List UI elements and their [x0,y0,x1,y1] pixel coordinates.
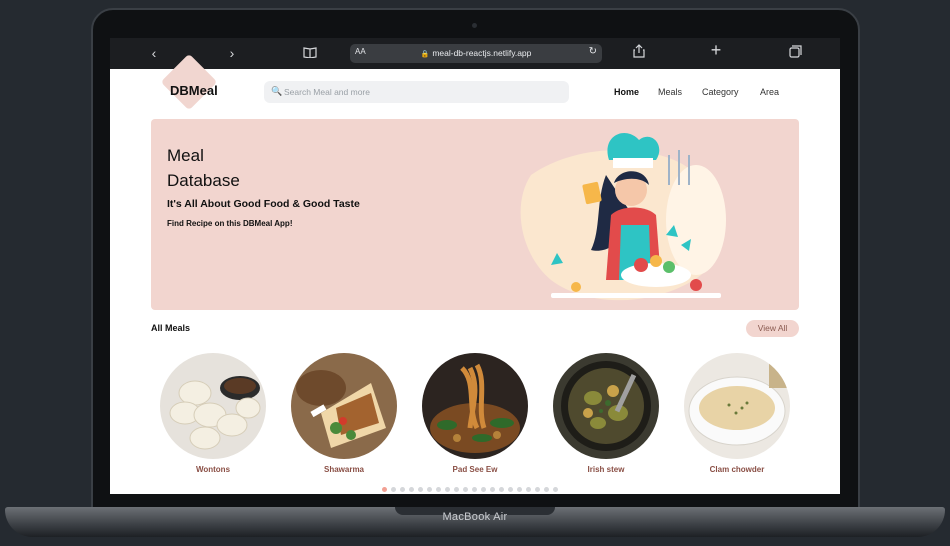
pagination-dot[interactable] [490,487,495,492]
meal-image[interactable] [553,353,659,459]
meal-name: Pad See Ew [452,465,498,474]
browser-toolbar: ‹ › AA 🔒 meal-db-reactjs.netlify.app ↻ + [110,38,840,69]
meal-image[interactable] [422,353,528,459]
hero-title: Meal Database [167,146,240,190]
meal-card-irish-stew[interactable]: Irish stew [551,353,661,474]
share-icon[interactable] [629,44,649,62]
forward-icon[interactable]: › [222,44,242,62]
pagination-dot[interactable] [544,487,549,492]
nav-meals[interactable]: Meals [658,87,682,97]
pagination-dot[interactable] [418,487,423,492]
section-title: All Meals [151,323,191,333]
pagination-dot[interactable] [508,487,513,492]
view-all-button[interactable]: View All [746,320,799,337]
chef-illustration [520,132,726,301]
hero-tagline: Find Recipe on this DBMeal App! [167,219,293,228]
meal-card-clam-chowder[interactable]: Clam chowder [682,353,792,474]
meal-image[interactable] [684,353,790,459]
back-icon[interactable]: ‹ [144,44,164,62]
meal-name: Clam chowder [709,465,765,474]
meal-name: Wontons [195,465,231,474]
pagination-dot[interactable] [535,487,540,492]
camera [472,23,477,28]
carousel-pagination [382,487,558,492]
pagination-dot[interactable] [445,487,450,492]
browser-screen: ‹ › AA 🔒 meal-db-reactjs.netlify.app ↻ + … [110,38,840,494]
address-bar[interactable]: AA 🔒 meal-db-reactjs.netlify.app ↻ [350,44,602,63]
meal-name: Irish stew [587,465,625,474]
new-tab-icon[interactable]: + [706,41,726,59]
search-icon: 🔍 [271,86,283,96]
url-text: meal-db-reactjs.netlify.app [432,48,532,58]
meal-image[interactable] [160,353,266,459]
nav-home[interactable]: Home [614,87,639,97]
pagination-dot[interactable] [481,487,486,492]
meal-name: Shawarma [323,465,365,474]
meal-card-wontons[interactable]: Wontons [158,353,268,474]
lock-icon: 🔒 [420,51,430,58]
search-input[interactable] [284,85,554,99]
tabs-icon[interactable] [785,44,805,62]
pagination-dot[interactable] [472,487,477,492]
pagination-dot[interactable] [400,487,405,492]
pagination-dot[interactable] [526,487,531,492]
pagination-dot[interactable] [517,487,522,492]
meal-card-pad-see-ew[interactable]: Pad See Ew [420,353,530,474]
pagination-dot[interactable] [454,487,459,492]
hero-banner: Meal Database It's All About Good Food &… [151,119,799,310]
nav-category[interactable]: Category [702,87,739,97]
pagination-dot[interactable] [409,487,414,492]
device-label: MacBook Air [442,511,508,523]
nav-area[interactable]: Area [760,87,779,97]
pagination-dot[interactable] [436,487,441,492]
search-bar[interactable]: 🔍 [264,81,569,103]
meal-card-shawarma[interactable]: Shawarma [289,353,399,474]
pagination-dot[interactable] [553,487,558,492]
pagination-dot[interactable] [391,487,396,492]
reload-icon[interactable]: ↻ [589,46,597,57]
pagination-dot[interactable] [499,487,504,492]
hero-subtitle: It's All About Good Food & Good Taste [167,198,360,210]
bookmarks-icon[interactable] [300,44,320,62]
meal-image[interactable] [291,353,397,459]
pagination-dot[interactable] [427,487,432,492]
logo[interactable]: DBMeal [170,83,218,98]
pagination-dot[interactable] [382,487,387,492]
pagination-dot[interactable] [463,487,468,492]
